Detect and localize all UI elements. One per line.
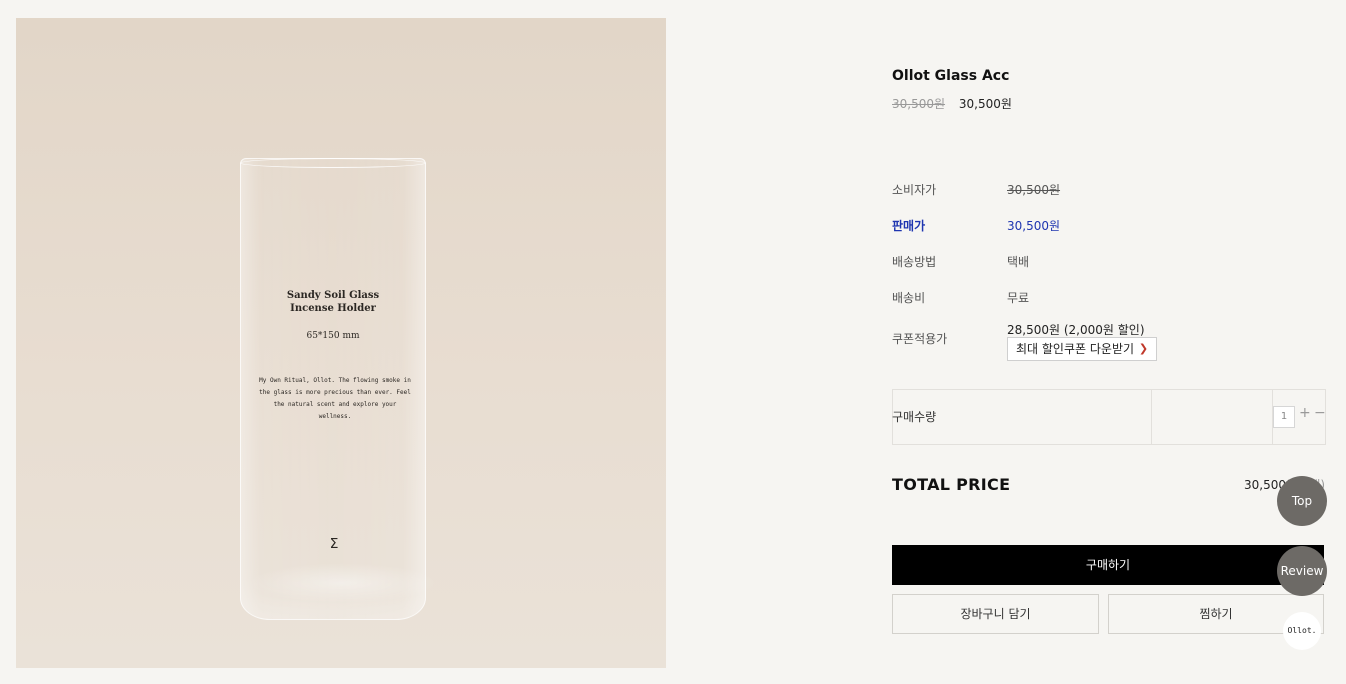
quantity-increase-button[interactable]: +: [1299, 405, 1311, 421]
scroll-top-button[interactable]: Top: [1277, 476, 1327, 526]
glass-paragraph: My Own Ritual, Ollot. The flowing smoke …: [259, 377, 411, 420]
glass-holder: Sandy Soil Glass Incense Holder 65*150 m…: [240, 158, 426, 620]
coupon-price-value: 28,500원 (2,000원 할인): [1007, 323, 1145, 337]
add-to-cart-button[interactable]: 장바구니 담기: [892, 594, 1099, 634]
retail-price-label: 소비자가: [892, 183, 937, 197]
retail-price-row: 소비자가 30,500원: [892, 176, 1332, 212]
quantity-input[interactable]: 1: [1273, 406, 1295, 428]
original-price: 30,500원: [892, 97, 946, 111]
ollot-logo-icon: ⵉ: [329, 536, 339, 552]
quantity-label: 구매수량: [892, 410, 937, 424]
quantity-box: [892, 389, 1326, 445]
shipping-method-row: 배송방법 택배: [892, 248, 1332, 284]
shipping-fee-label: 배송비: [892, 291, 926, 305]
product-image: Sandy Soil Glass Incense Holder 65*150 m…: [16, 18, 666, 668]
coupon-download-button[interactable]: 최대 할인쿠폰 다운받기 ❯: [1007, 337, 1158, 361]
divider: [1151, 390, 1152, 444]
shipping-method-label: 배송방법: [892, 255, 937, 269]
quantity-decrease-button[interactable]: −: [1314, 405, 1326, 421]
sale-price-label: 판매가: [892, 219, 926, 233]
sale-price-value: 30,500원: [1007, 219, 1061, 233]
shipping-method-value: 택배: [1007, 255, 1030, 269]
total-price-label: TOTAL PRICE: [892, 475, 1011, 494]
glass-title-line1: Sandy Soil Glass: [286, 290, 380, 301]
shipping-fee-row: 배송비 무료: [892, 284, 1332, 320]
retail-price-value: 30,500원: [1007, 183, 1061, 197]
product-title: Ollot Glass Acc: [892, 68, 1010, 84]
glass-title-line2: Incense Holder: [290, 303, 376, 314]
glass-size: 65*150 mm: [306, 331, 360, 341]
shipping-fee-value: 무료: [1007, 291, 1030, 305]
brand-chat-button[interactable]: Ollot.: [1283, 612, 1321, 650]
buy-now-button[interactable]: 구매하기: [892, 545, 1324, 585]
sale-price-row: 판매가 30,500원: [892, 212, 1332, 248]
coupon-label: 쿠폰적용가: [892, 332, 948, 346]
chevron-right-icon: ❯: [1138, 342, 1149, 355]
sale-price: 30,500원: [958, 97, 1012, 111]
price-summary: 30,500원 30,500원: [892, 95, 1012, 112]
glass-rim: [240, 158, 426, 168]
review-button[interactable]: Review: [1277, 546, 1327, 596]
coupon-download-label: 최대 할인쿠폰 다운받기: [1016, 342, 1135, 356]
